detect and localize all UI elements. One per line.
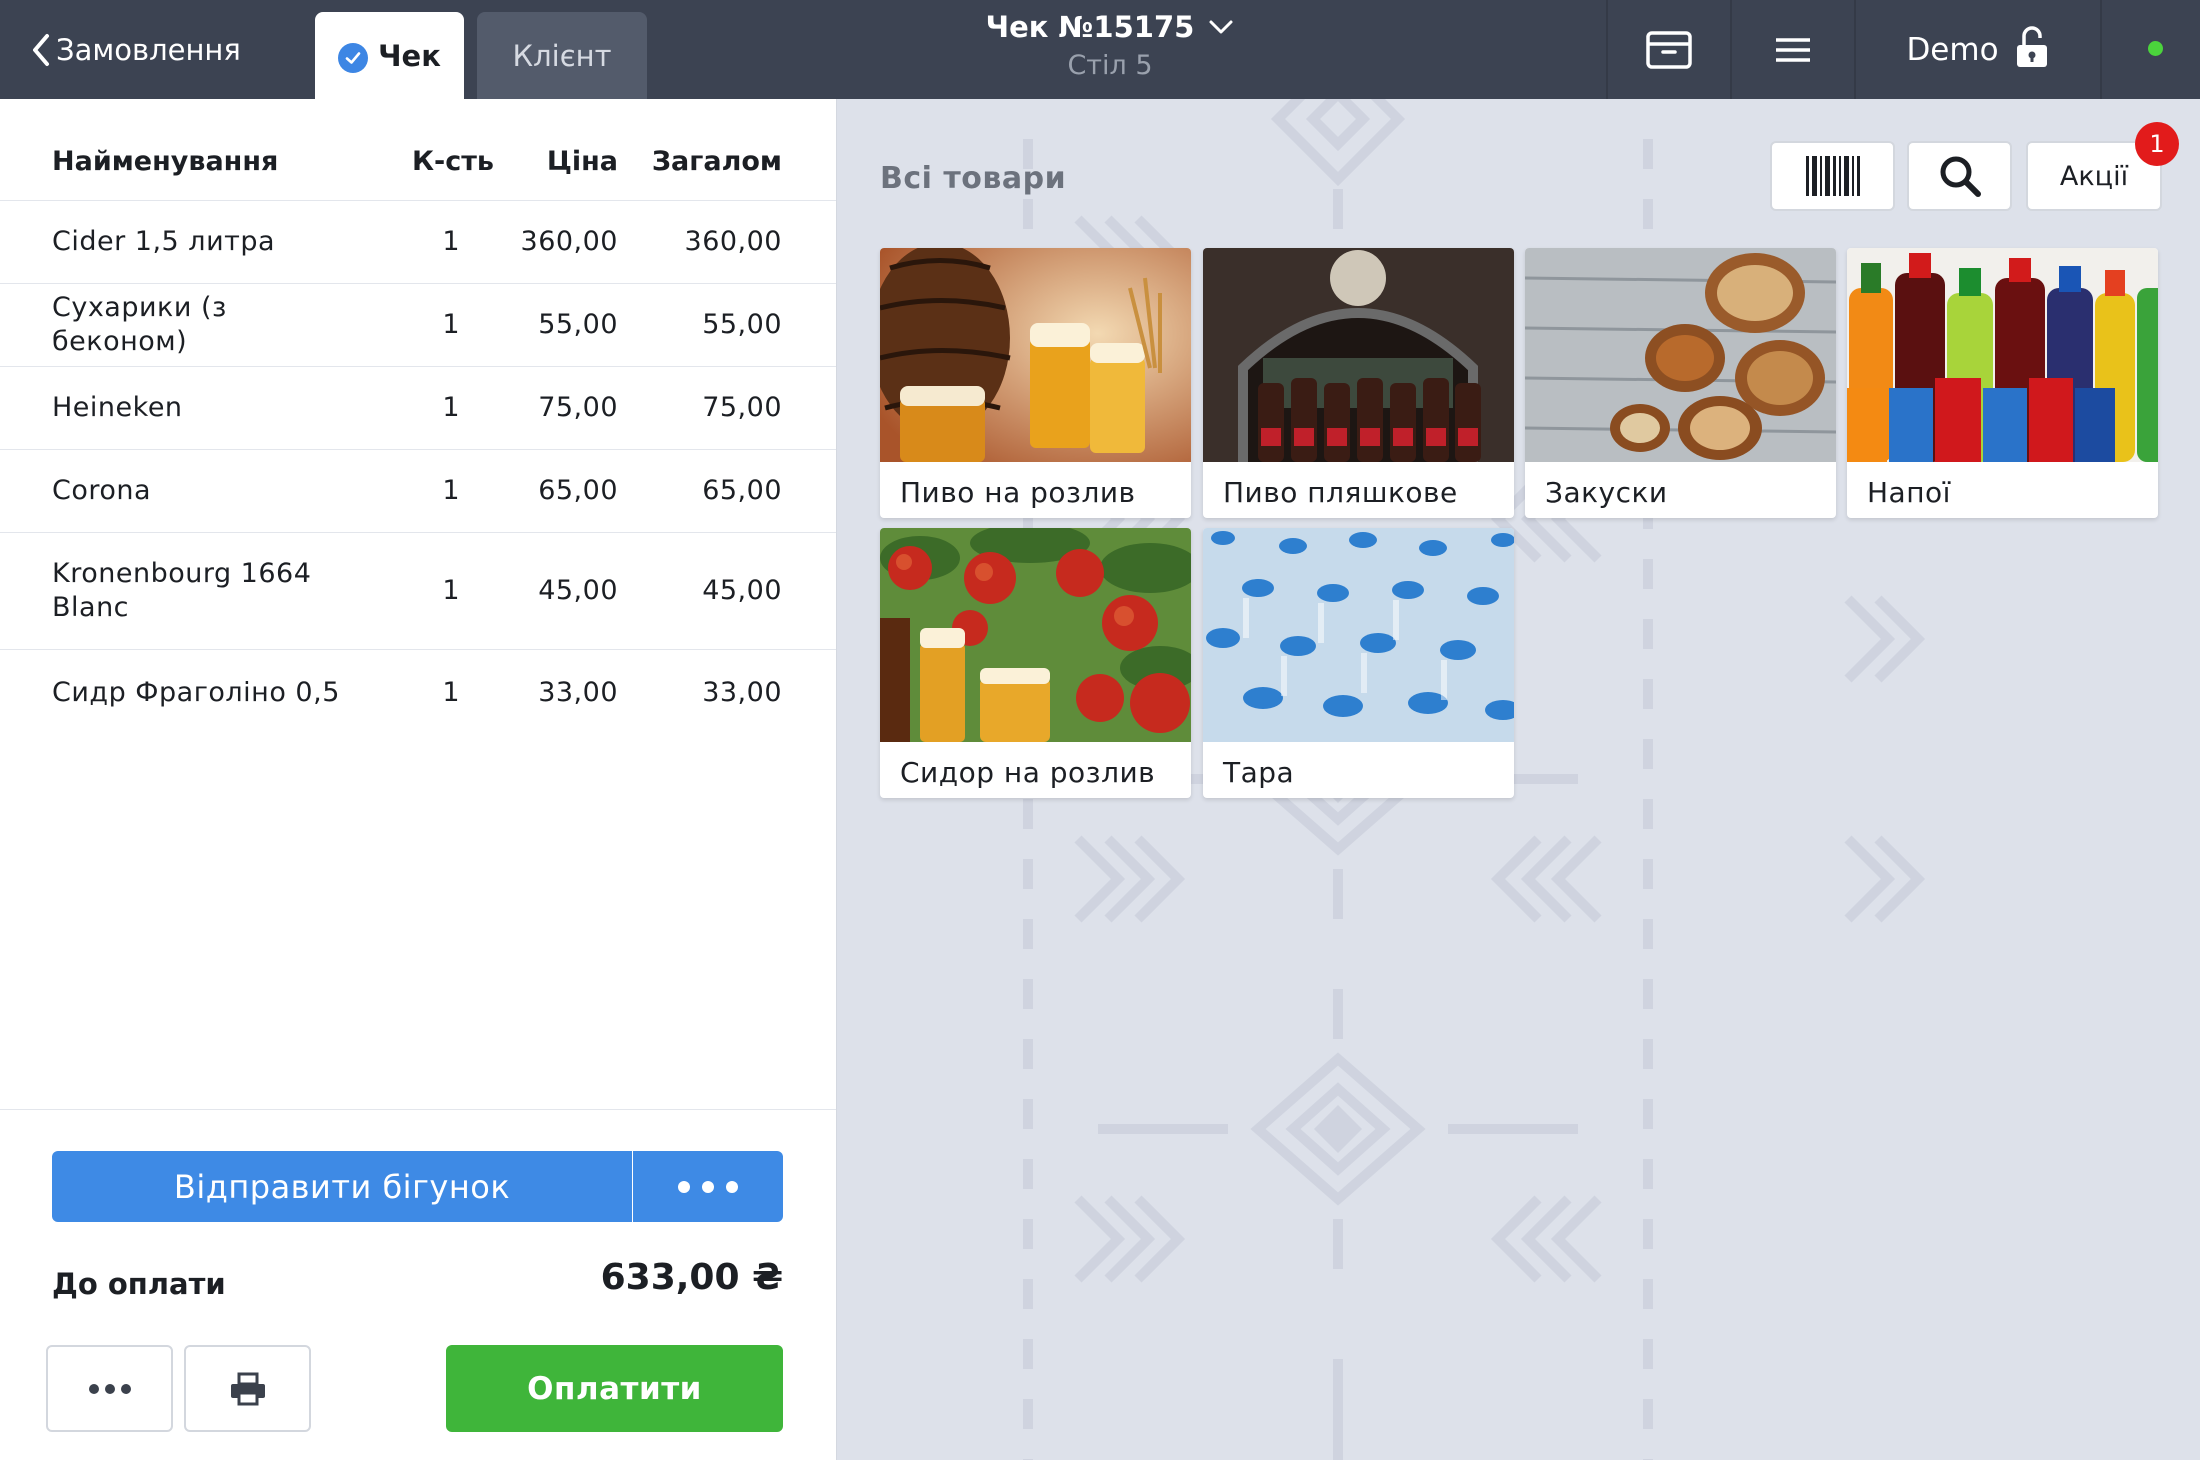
category-label: Тара [1223, 756, 1295, 789]
category-tile-draft-cider[interactable]: Сидор на розлив [880, 528, 1191, 798]
checkmark-icon [338, 42, 369, 73]
receipt-row[interactable]: Сидр Фраголіно 0,5 1 33,00 33,00 [0, 650, 836, 736]
tab-check-label: Чек [378, 38, 441, 73]
online-status-indicator [2148, 41, 2163, 56]
receipt-row[interactable]: Heineken 1 75,00 75,00 [0, 367, 836, 450]
item-qty: 1 [442, 309, 460, 340]
divider [0, 1109, 836, 1110]
bottled-beer-image [1203, 248, 1514, 462]
chevron-down-icon [1209, 20, 1233, 34]
tab-check[interactable]: Чек [315, 12, 464, 99]
table-label: Стіл 5 [1067, 50, 1153, 81]
category-tile-snacks[interactable]: Закуски [1525, 248, 1836, 518]
item-name: Corona [52, 475, 152, 506]
item-total: 75,00 [702, 392, 782, 423]
printer-icon [230, 1372, 265, 1405]
menu-button[interactable] [1732, 0, 1854, 99]
category-tile-drinks[interactable]: Напої [1847, 248, 2158, 518]
item-total: 33,00 [702, 677, 782, 708]
item-price: 75,00 [538, 392, 618, 423]
back-label: Замовлення [56, 33, 241, 67]
drinks-image [1847, 248, 2158, 462]
pay-button[interactable]: Оплатити [446, 1345, 783, 1432]
receipt-panel: Найменування К-сть Ціна Загалом Cider 1,… [0, 99, 837, 1460]
barcode-button[interactable] [1770, 141, 1895, 211]
send-options-button[interactable] [633, 1151, 783, 1222]
item-total: 45,00 [702, 575, 782, 606]
promotions-badge: 1 [2135, 122, 2179, 166]
item-price: 360,00 [520, 226, 618, 257]
search-icon [1940, 156, 1981, 197]
item-name: Kronenbourg 1664 Blanc [52, 558, 312, 623]
water-bottles-image [1203, 528, 1514, 742]
draft-cider-image [880, 528, 1191, 742]
item-total: 65,00 [702, 475, 782, 506]
divider [2100, 0, 2102, 99]
barcode-icon [1805, 156, 1860, 196]
item-name: Сидр Фраголіно 0,5 [52, 677, 340, 708]
item-qty: 1 [442, 677, 460, 708]
item-name: Сухарики (з беконом) [52, 292, 227, 357]
category-tile-draft-beer[interactable]: Пиво на розлив [880, 248, 1191, 518]
item-total: 360,00 [684, 226, 782, 257]
item-qty: 1 [442, 226, 460, 257]
catalog-title: Всі товари [880, 161, 1067, 196]
header-qty: К-сть [411, 146, 494, 177]
receipt-number: Чек №15175 [985, 10, 1195, 44]
user-name: Demo [1906, 31, 1999, 68]
user-lock-button[interactable]: Demo [1855, 0, 2100, 99]
amount-due-label: До оплати [52, 1267, 226, 1301]
receipt-table-header: Найменування К-сть Ціна Загалом [0, 99, 836, 201]
category-label: Напої [1867, 476, 1951, 509]
item-qty: 1 [442, 475, 460, 506]
print-button[interactable] [184, 1345, 311, 1432]
hamburger-menu-icon [1776, 37, 1810, 62]
archive-button[interactable] [1608, 0, 1730, 99]
search-button[interactable] [1907, 141, 2012, 211]
tab-client-label: Клієнт [512, 38, 612, 73]
category-label: Пиво на розлив [900, 476, 1136, 509]
item-name: Heineken [52, 392, 183, 423]
item-total: 55,00 [702, 309, 782, 340]
category-tile-bottled-beer[interactable]: Пиво пляшкове [1203, 248, 1514, 518]
item-qty: 1 [442, 392, 460, 423]
receipt-selector[interactable]: Чек №15175 Стіл 5 [940, 10, 1280, 81]
chevron-left-icon [33, 34, 49, 66]
item-name: Cider 1,5 литра [52, 226, 276, 257]
back-to-orders-button[interactable]: Замовлення [30, 30, 241, 70]
top-bar: Замовлення Чек Клієнт Чек №15175 Стіл 5 [0, 0, 2200, 99]
archive-box-icon [1646, 30, 1692, 69]
amount-due-value: 633,00 ₴ [600, 1257, 783, 1298]
ellipsis-icon [88, 1383, 99, 1394]
draft-beer-image [880, 248, 1191, 462]
unlocked-padlock-icon [2016, 25, 2047, 67]
category-label: Закуски [1545, 476, 1668, 509]
category-label: Сидор на розлив [900, 756, 1156, 789]
category-label: Пиво пляшкове [1223, 476, 1458, 509]
category-tile-containers[interactable]: Тара [1203, 528, 1514, 798]
receipt-row[interactable]: Cider 1,5 литра 1 360,00 360,00 [0, 201, 836, 284]
header-price: Ціна [546, 146, 618, 177]
item-price: 55,00 [538, 309, 618, 340]
tab-client[interactable]: Клієнт [477, 12, 647, 99]
send-runner-button[interactable]: Відправити бігунок [52, 1151, 632, 1222]
receipt-row[interactable]: Сухарики (з беконом) 1 55,00 55,00 [0, 284, 836, 367]
catalog-panel: Всі товари Акції 1 Пиво на розлив Пиво п… [838, 99, 2200, 1460]
item-price: 45,00 [538, 575, 618, 606]
ellipsis-icon [678, 1180, 690, 1193]
header-total: Загалом [651, 146, 782, 177]
more-actions-button[interactable] [46, 1345, 173, 1432]
receipt-row[interactable]: Kronenbourg 1664 Blanc 1 45,00 45,00 [0, 533, 836, 650]
item-price: 65,00 [538, 475, 618, 506]
receipt-row[interactable]: Corona 1 65,00 65,00 [0, 450, 836, 533]
promotions-label: Акції [2059, 160, 2129, 192]
snacks-image [1525, 248, 1836, 462]
header-name: Найменування [52, 146, 279, 177]
item-qty: 1 [442, 575, 460, 606]
item-price: 33,00 [538, 677, 618, 708]
